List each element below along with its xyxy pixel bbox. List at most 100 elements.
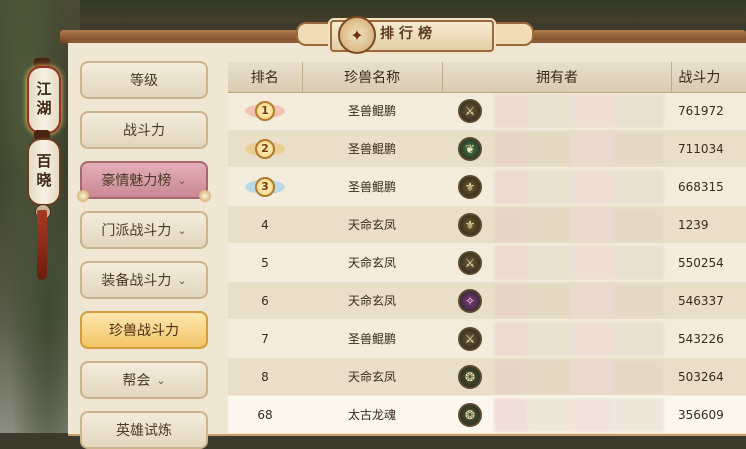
header-pet-name[interactable]: 珍兽名称 (303, 62, 443, 92)
cell-rank: 2 (228, 130, 302, 167)
owner-name-redacted (494, 283, 664, 318)
owner-name-redacted (494, 397, 664, 432)
table-row[interactable]: 6 天命玄凤 ✧ 546337 (228, 282, 746, 319)
cell-pet-name: 圣兽鲲鹏 (347, 142, 396, 156)
cell-rank: 3 (228, 168, 302, 205)
owner-name-redacted (494, 131, 664, 166)
tassel-ornament (37, 210, 47, 280)
cell-pet-name: 圣兽鲲鹏 (347, 104, 396, 118)
rank-number: 7 (261, 331, 269, 346)
chevron-down-icon: ⌄ (177, 223, 187, 237)
ranking-table: 排名 珍兽名称 拥有者 战斗力 1 圣兽鲲鹏 ⚔ 761972 2 圣兽鲲鹏 ❦ 711034… (228, 62, 746, 433)
chevron-down-icon: ⌄ (156, 373, 166, 387)
tab-label: 珍兽战斗力 (109, 323, 179, 339)
rank-medal-icon: 2 (244, 136, 286, 162)
background-top-strip (80, 0, 746, 22)
tab-label: 等级 (130, 73, 158, 89)
cell-rank: 1 (228, 92, 302, 129)
tab-label: 装备战斗力 (101, 273, 172, 289)
cell-owner: ⚔ (442, 92, 672, 129)
cell-owner: ❂ (442, 396, 672, 433)
cell-rank: 68 (228, 396, 302, 433)
owner-name-redacted (494, 359, 664, 394)
rank-medal-icon: 3 (244, 174, 286, 200)
tab-label: 战斗力 (123, 123, 165, 139)
header-power[interactable]: 战斗力 (672, 62, 746, 92)
scroll-tab-jianghu[interactable]: 江湖 (27, 66, 61, 134)
tab-label: 帮会 (122, 373, 151, 389)
table-row[interactable]: 5 天命玄凤 ⚔ 550254 (228, 244, 746, 281)
tab-7[interactable]: 英雄试炼 (80, 411, 208, 449)
cell-rank: 5 (228, 244, 302, 281)
rank-number: 1 (255, 100, 275, 121)
table-row[interactable]: 1 圣兽鲲鹏 ⚔ 761972 (228, 92, 746, 129)
tab-corner-ornament (77, 190, 89, 202)
cell-pet-name: 天命玄凤 (347, 370, 396, 384)
table-row[interactable]: 7 圣兽鲲鹏 ⚔ 543226 (228, 320, 746, 357)
table-row[interactable]: 8 天命玄凤 ❂ 503264 (228, 358, 746, 395)
tab-label: 豪情魅力榜 (101, 173, 172, 189)
table-header: 排名 珍兽名称 拥有者 战斗力 (228, 62, 746, 93)
cell-power: 1239 (678, 217, 709, 232)
cell-power: 668315 (678, 179, 724, 194)
tab-label: 英雄试炼 (116, 423, 172, 439)
cell-power: 546337 (678, 293, 724, 308)
cell-rank: 4 (228, 206, 302, 243)
tab-2[interactable]: 豪情魅力榜 ⌄ (77, 161, 211, 202)
rank-number: 5 (261, 255, 269, 270)
owner-name-redacted (494, 321, 664, 356)
owner-name-redacted (494, 207, 664, 242)
owner-name-redacted (494, 169, 664, 204)
table-row[interactable]: 2 圣兽鲲鹏 ❦ 711034 (228, 130, 746, 167)
header-owner[interactable]: 拥有者 (443, 62, 673, 92)
tab-0[interactable]: 等级 (80, 61, 208, 99)
rank-number: 4 (261, 217, 269, 232)
tab-5[interactable]: 珍兽战斗力 (80, 311, 208, 349)
table-row[interactable]: 3 圣兽鲲鹏 ⚜ 668315 (228, 168, 746, 205)
tab-1[interactable]: 战斗力 (80, 111, 208, 149)
tab-4[interactable]: 装备战斗力 ⌄ (80, 261, 208, 299)
ranking-emblem-icon: ✦ (338, 16, 376, 54)
dagger-icon[interactable]: ⚔ (458, 98, 482, 123)
owner-name-redacted (494, 93, 664, 128)
cell-pet-name: 天命玄凤 (347, 256, 396, 270)
cell-owner: ⚔ (442, 320, 672, 357)
page-title: 排行榜 (380, 26, 437, 42)
scroll-tab-baixiao[interactable]: 百晓 (27, 138, 61, 206)
tab-corner-ornament (199, 190, 211, 202)
rank-number: 3 (255, 176, 275, 197)
chevron-down-icon: ⌄ (177, 173, 187, 187)
cell-pet-name: 圣兽鲲鹏 (347, 332, 396, 346)
cell-power: 761972 (678, 103, 724, 118)
tab-6[interactable]: 帮会 ⌄ (80, 361, 208, 399)
table-row[interactable]: 4 天命玄凤 ⚜ 1239 (228, 206, 746, 243)
cell-power: 550254 (678, 255, 724, 270)
cell-owner: ⚜ (442, 206, 672, 243)
header-rank[interactable]: 排名 (228, 62, 303, 92)
dragon-icon[interactable]: ❂ (458, 364, 482, 389)
cell-owner: ❂ (442, 358, 672, 395)
cell-power: 503264 (678, 369, 724, 384)
cell-pet-name: 天命玄凤 (347, 294, 396, 308)
lotus-icon[interactable]: ⚜ (458, 212, 482, 237)
tab-3[interactable]: 门派战斗力 ⌄ (80, 211, 208, 249)
cell-power: 711034 (678, 141, 724, 156)
dagger-icon[interactable]: ⚔ (458, 250, 482, 275)
cell-power: 543226 (678, 331, 724, 346)
dagger-icon[interactable]: ⚔ (458, 326, 482, 351)
dragon-icon[interactable]: ❂ (458, 402, 482, 427)
leaf-icon[interactable]: ❦ (458, 136, 482, 161)
cell-power: 356609 (678, 407, 724, 422)
rank-number: 8 (261, 369, 269, 384)
cell-rank: 6 (228, 282, 302, 319)
table-row[interactable]: 68 太古龙魂 ❂ 356609 (228, 396, 746, 433)
rank-number: 6 (261, 293, 269, 308)
claw-icon[interactable]: ✧ (458, 288, 482, 313)
cell-rank: 8 (228, 358, 302, 395)
cell-owner: ✧ (442, 282, 672, 319)
cell-pet-name: 圣兽鲲鹏 (347, 180, 396, 194)
cell-pet-name: 天命玄凤 (347, 218, 396, 232)
lotus-icon[interactable]: ⚜ (458, 174, 482, 199)
rank-medal-icon: 1 (244, 98, 286, 124)
cell-owner: ⚔ (442, 244, 672, 281)
